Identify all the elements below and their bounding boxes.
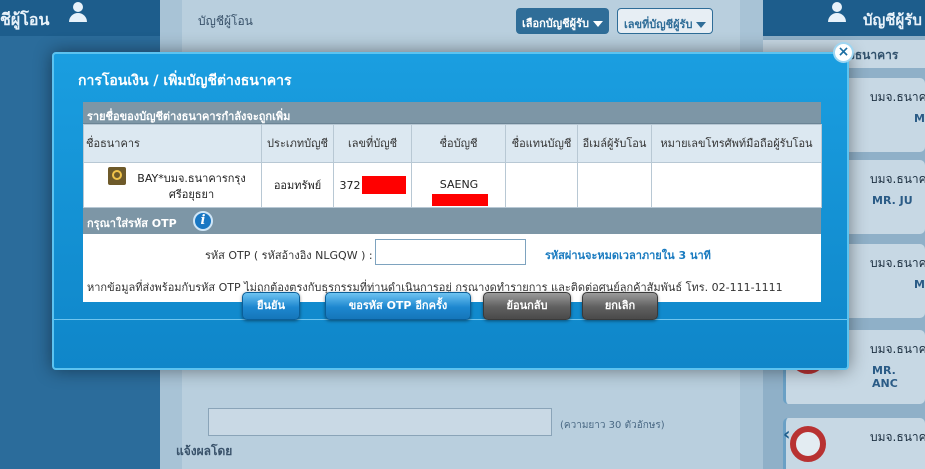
select-account-no-dropdown[interactable]: เลขที่บัญชีผู้รับ — [617, 8, 714, 34]
right-panel-header: บัญชีผู้รับ — [763, 0, 925, 36]
info-icon[interactable]: i — [193, 211, 213, 231]
otp-row: รหัส OTP ( รหัสอ้างอิง NLGQW ) : รหัสผ่า… — [83, 234, 821, 272]
left-panel-title: ชีผู้โอน — [0, 10, 50, 29]
redaction-box — [361, 176, 406, 194]
recipient-card-name: MI — [914, 112, 925, 125]
mobile-cell — [651, 162, 822, 208]
recipient-card-name: MI — [914, 278, 925, 291]
email-cell — [577, 162, 652, 208]
request-otp-button[interactable]: ขอรหัส OTP อีกครั้ง — [325, 292, 471, 320]
account-name: SAENG — [439, 178, 479, 191]
redaction-box — [432, 194, 488, 206]
modal-title: การโอนเงิน / เพิ่มบัญชีต่างธนาคาร — [78, 73, 292, 89]
add-account-modal: การโอนเงิน / เพิ่มบัญชีต่างธนาคาร รายชื่… — [52, 52, 849, 370]
user-icon — [68, 2, 88, 24]
otp-section-header: กรุณาใส่รหัส OTP i — [83, 208, 821, 234]
carousel-prev-icon[interactable]: ‹ — [783, 424, 790, 445]
recipient-card-bank: บมจ.ธนาค — [870, 430, 925, 444]
recipient-card-bank: บมจ.ธนาค — [870, 172, 925, 186]
recipient-card[interactable]: บมจ.ธนาค — [783, 418, 925, 469]
length-hint: (ความยาว 30 ตัวอักษร) — [560, 420, 665, 431]
alias-cell — [505, 162, 578, 208]
confirm-button[interactable]: ยืนยัน — [242, 292, 300, 320]
account-no-prefix: 372 — [339, 178, 361, 192]
sender-account-label: บัญชีผู้โอน — [198, 14, 253, 28]
column-header-account-type: ประเภทบัญชี — [261, 124, 334, 163]
back-button[interactable]: ย้อนกลับ — [483, 292, 571, 320]
bank-name: BAY*บมจ.ธนาคารกรุงศรีอยุธยา — [137, 172, 246, 201]
bank-cell: BAY*บมจ.ธนาคารกรุงศรีอยุธยา — [83, 162, 262, 208]
table-row: BAY*บมจ.ธนาคารกรุงศรีอยุธยา ออมทรัพย์ 37… — [83, 162, 822, 208]
chevron-down-icon — [696, 22, 707, 28]
account-table: ชื่อธนาคาร ประเภทบัญชี เลขที่บัญชี ชื่อบ… — [83, 124, 822, 208]
otp-input[interactable] — [375, 239, 526, 265]
column-header-account-no: เลขที่บัญชี — [333, 124, 412, 163]
modal-content-panel: รายชื่อของบัญชีต่างธนาคารกำลังจะถูกเพิ่ม… — [83, 102, 822, 302]
column-header-mobile: หมายเลขโทรศัพท์มือถือผู้รับโอน — [651, 124, 822, 163]
cancel-button[interactable]: ยกเลิก — [582, 292, 658, 320]
recipient-card-bank: บมจ.ธนาค — [870, 342, 925, 356]
select-recipient-dropdown[interactable]: เลือกบัญชีผู้รับ — [516, 8, 609, 34]
otp-label: รหัส OTP ( รหัสอ้างอิง NLGQW ) : — [205, 249, 373, 262]
close-icon[interactable]: × — [833, 42, 854, 63]
account-list-section-header: รายชื่อของบัญชีต่างธนาคารกำลังจะถูกเพิ่ม — [83, 102, 821, 124]
background-text-input[interactable] — [208, 408, 552, 436]
select-account-no-label: เลขที่บัญชีผู้รับ — [624, 18, 693, 31]
recipient-card-bank: บมจ.ธนาค — [870, 90, 925, 104]
column-header-email: อีเมล์ผู้รับโอน — [577, 124, 652, 163]
otp-expire-notice: รหัสผ่านจะหมดเวลาภายใน 3 นาที — [545, 249, 711, 262]
column-header-bank: ชื่อธนาคาร — [83, 124, 262, 163]
recipient-card-name: MR. ANC — [872, 364, 898, 390]
account-no-cell: 372 — [333, 162, 412, 208]
column-header-alias: ชื่อแทนบัญชี — [505, 124, 578, 163]
account-type-cell: ออมทรัพย์ — [261, 162, 334, 208]
bank-logo-icon — [790, 426, 826, 462]
table-header-row: ชื่อธนาคาร ประเภทบัญชี เลขที่บัญชี ชื่อบ… — [83, 124, 822, 163]
recipient-card-bank: บมจ.ธนาค — [870, 256, 925, 270]
otp-section-title: กรุณาใส่รหัส OTP — [87, 217, 177, 230]
notify-by-label: แจ้งผลโดย — [176, 444, 233, 458]
select-recipient-label: เลือกบัญชีผู้รับ — [522, 17, 589, 30]
column-header-account-name: ชื่อบัญชี — [411, 124, 506, 163]
right-panel-title: บัญชีผู้รับ — [863, 11, 922, 29]
account-name-cell: SAENG — [411, 162, 506, 208]
krungsri-logo-icon — [107, 167, 126, 185]
user-icon — [827, 2, 847, 24]
recipient-card-name: MR. JU — [872, 194, 913, 207]
chevron-down-icon — [592, 21, 603, 27]
